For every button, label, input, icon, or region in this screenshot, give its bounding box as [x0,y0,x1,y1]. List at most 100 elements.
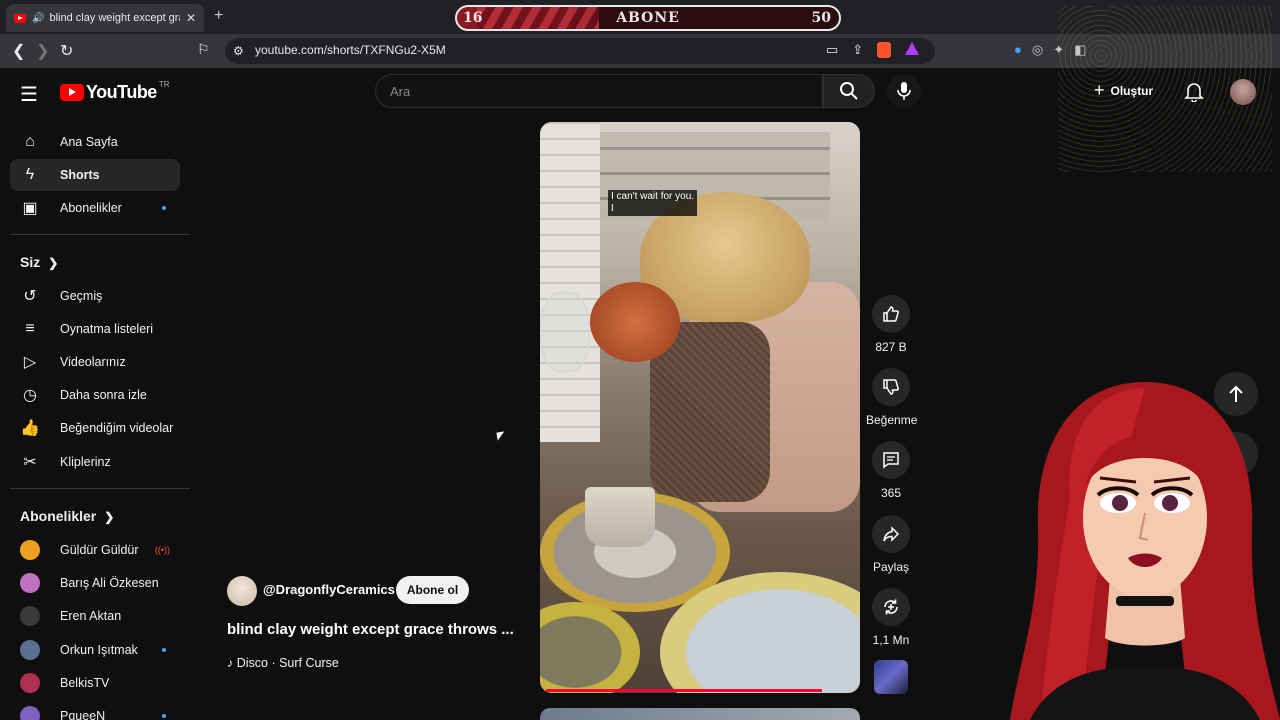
comment-icon [883,452,899,469]
video-brick-wall [540,122,600,442]
create-button[interactable]: + Oluştur [1094,80,1153,101]
remix-button[interactable]: 1,1 Mn [866,588,916,647]
video-caption: I can't wait for you. I [608,190,698,216]
sidebar-heading-subscriptions[interactable]: Abonelikler ❯ [20,508,114,524]
new-content-dot [162,206,166,210]
sidebar-item-clips[interactable]: ✂ Kliplerinz [10,446,180,478]
share-icon [883,526,900,542]
search-button[interactable] [823,74,875,108]
new-content-dot [162,714,166,718]
channel-avatar [20,606,40,626]
thumbs-up-icon [883,306,899,322]
sidebar-item-playlists[interactable]: ≡ Oynatma listeleri [10,313,180,345]
channel-handle[interactable]: @DragonflyCeramics [263,582,395,597]
cast-icon[interactable]: ▭ [826,42,838,58]
voice-search-button[interactable] [887,74,921,108]
subscriptions-icon: ▣ [22,200,38,217]
menu-icon[interactable]: ☰ [20,82,38,107]
remix-icon [884,599,898,615]
dislike-button[interactable]: Beğenme [866,368,917,427]
music-note-icon: ♪ [227,656,237,670]
home-icon: ⌂ [25,133,35,150]
sidebar-item-your-videos[interactable]: ▷ Videolarınız [10,346,180,378]
sidebar-channel-guldur-guldur[interactable]: Güldür Güldür ((•)) [10,534,180,566]
subscribe-button[interactable]: Abone ol [396,576,469,604]
video-clay-pot [585,487,655,547]
audio-track-thumbnail[interactable] [874,660,908,694]
search-icon [840,82,858,100]
sidebar-item-watch-later[interactable]: ◷ Daha sonra izle [10,379,180,411]
tab-title: blind clay weight except grace [49,12,179,24]
video-progress-bar[interactable] [546,689,823,692]
channel-avatar[interactable] [227,576,257,606]
url-text[interactable]: youtube.com/shorts/TXFNGu2-X5M [255,43,446,57]
search-input[interactable]: Ara [375,74,823,108]
share-button[interactable]: Paylaş [866,515,916,574]
chevron-right-icon: ❯ [104,510,115,524]
clips-icon: ✂ [23,454,37,471]
channel-avatar [20,573,40,593]
video-fan [540,292,590,372]
share-page-icon[interactable]: ⇪ [852,42,863,58]
notifications-button[interactable] [1184,80,1204,107]
channel-avatar [20,540,40,560]
goal-label: ABONE [616,10,680,26]
music-link[interactable]: ♪ Disco · Surf Curse [227,656,339,670]
video-red-hair [590,282,680,362]
brave-rewards-icon[interactable] [905,42,920,55]
live-icon: ((•)) [154,545,170,555]
close-tab-icon[interactable]: ✕ [186,11,196,25]
channel-avatar [20,640,40,660]
youtube-play-icon [60,84,84,101]
youtube-logo[interactable]: YouTube TR [60,80,170,103]
brave-shields-icon[interactable] [877,42,892,58]
sidebar-channel-baris-ali[interactable]: Barış Ali Özkesen [10,567,180,599]
subscriber-goal-bar: 16 ABONE 50 [455,5,841,31]
channel-avatar [20,673,40,693]
new-content-dot [162,648,166,652]
your-videos-icon: ▷ [23,354,37,371]
extension-icon[interactable]: ◎ [1032,42,1043,58]
extension-icon[interactable]: ✦ [1053,42,1064,58]
youtube-favicon-icon [14,13,26,23]
sidebar-channel-eren-aktan[interactable]: Eren Aktan [10,600,180,632]
extension-icon[interactable]: ● [1014,42,1022,58]
shorts-video-player[interactable]: I can't wait for you. I [540,122,860,693]
sidebar-divider [10,488,190,489]
shorts-icon: ϟ [25,166,35,183]
liked-icon: 👍 [20,420,40,437]
sidebar-channel-belkistv[interactable]: BelkisTV [10,667,180,699]
sidebar-channel-pqueen[interactable]: PqueeN [10,700,180,720]
browser-tab[interactable]: 🔊 blind clay weight except grace ✕ [6,4,204,32]
goal-target: 50 [811,10,831,26]
playlists-icon: ≡ [25,320,35,337]
bell-icon [1184,83,1204,103]
user-avatar[interactable] [1230,79,1256,105]
back-icon[interactable]: ❮ [12,41,25,61]
channel-avatar [20,706,40,720]
site-settings-icon[interactable]: ⚙ [233,44,244,58]
sidebar-item-subscriptions[interactable]: ▣ Abonelikler [10,192,180,224]
sidebar-channel-orkun[interactable]: Orkun Işıtmak [10,634,180,666]
history-icon: ↺ [23,288,37,305]
forward-icon[interactable]: ❯ [36,41,49,61]
video-title[interactable]: blind clay weight except grace throws ..… [227,621,514,638]
mouse-cursor [496,431,506,441]
microphone-icon [897,82,911,100]
sidebar-heading-you[interactable]: Siz ❯ [20,254,58,270]
new-tab-icon[interactable]: + [214,7,223,25]
sidebar-item-home[interactable]: ⌂ Ana Sayfa [10,126,180,158]
sidebar-item-liked-videos[interactable]: 👍 Beğendiğim videolar [10,412,180,444]
reload-icon[interactable]: ↻ [60,41,73,61]
extension-icon[interactable]: ◧ [1074,42,1086,58]
sidebar-item-history[interactable]: ↺ Geçmiş [10,280,180,312]
bookmark-icon[interactable]: ⚐ [197,41,210,58]
sidebar-item-shorts[interactable]: ϟ Shorts [10,159,180,191]
comments-button[interactable]: 365 [866,441,916,500]
thumbs-down-icon [883,379,899,395]
sidebar-divider [10,234,190,235]
next-short-preview[interactable] [540,708,860,720]
plus-icon: + [1094,80,1105,100]
like-button[interactable]: 827 B [866,295,916,354]
speaker-icon[interactable]: 🔊 [32,13,44,24]
